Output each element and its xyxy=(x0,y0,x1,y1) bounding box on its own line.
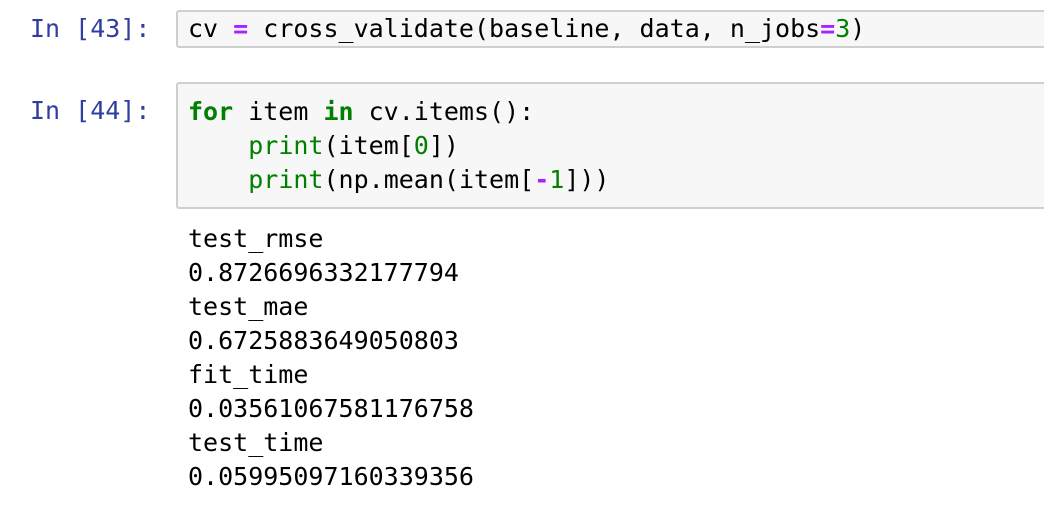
code-text: (np.mean(item[ xyxy=(323,165,535,194)
operator: - xyxy=(534,165,550,194)
number-literal: 3 xyxy=(835,14,851,43)
output-line: 0.6725883649050803 xyxy=(188,326,459,355)
code-text: (item[ xyxy=(323,131,414,160)
operator: = xyxy=(820,14,836,43)
code-line: print(item[0]) xyxy=(188,129,459,163)
builtin: print xyxy=(248,131,324,160)
code-text: ) xyxy=(850,14,866,43)
code-line: print(np.mean(item[-1])) xyxy=(188,163,609,197)
output-line: test_time xyxy=(188,428,324,457)
code-line: cv = cross_validate(baseline, data, n_jo… xyxy=(188,12,865,46)
code-input-area[interactable]: cv = cross_validate(baseline, data, n_jo… xyxy=(176,10,1044,48)
operator: = xyxy=(233,14,249,43)
code-input-area[interactable]: for item in cv.items(): print(item[0]) p… xyxy=(176,82,1044,209)
code-text: ])) xyxy=(564,165,610,194)
output-line: fit_time xyxy=(188,360,309,389)
number-literal: 0 xyxy=(413,131,429,160)
output-line: 0.05995097160339356 xyxy=(188,462,474,491)
output-line: test_mae xyxy=(188,292,309,321)
code-text: item xyxy=(233,97,324,126)
output-line: 0.8726696332177794 xyxy=(188,258,459,287)
code-cell-44[interactable]: In [44]: for item in cv.items(): print(i… xyxy=(0,82,1044,512)
code-cell-43[interactable]: In [43]: cv = cross_validate(baseline, d… xyxy=(0,10,1044,50)
cell-output: test_rmse 0.8726696332177794 test_mae 0.… xyxy=(188,222,474,494)
code-text: cv.items(): xyxy=(353,97,535,126)
input-prompt: In [44]: xyxy=(30,96,151,125)
code-line: for item in cv.items(): xyxy=(188,95,534,129)
keyword: in xyxy=(323,97,354,126)
keyword: for xyxy=(188,97,234,126)
code-text: ]) xyxy=(428,131,459,160)
input-prompt: In [43]: xyxy=(30,14,151,43)
code-text: cross_validate(baseline, data, n_jobs xyxy=(248,14,821,43)
output-line: 0.03561067581176758 xyxy=(188,394,474,423)
code-text: cv xyxy=(188,14,234,43)
number-literal: 1 xyxy=(549,165,565,194)
builtin: print xyxy=(248,165,324,194)
output-line: test_rmse xyxy=(188,224,324,253)
